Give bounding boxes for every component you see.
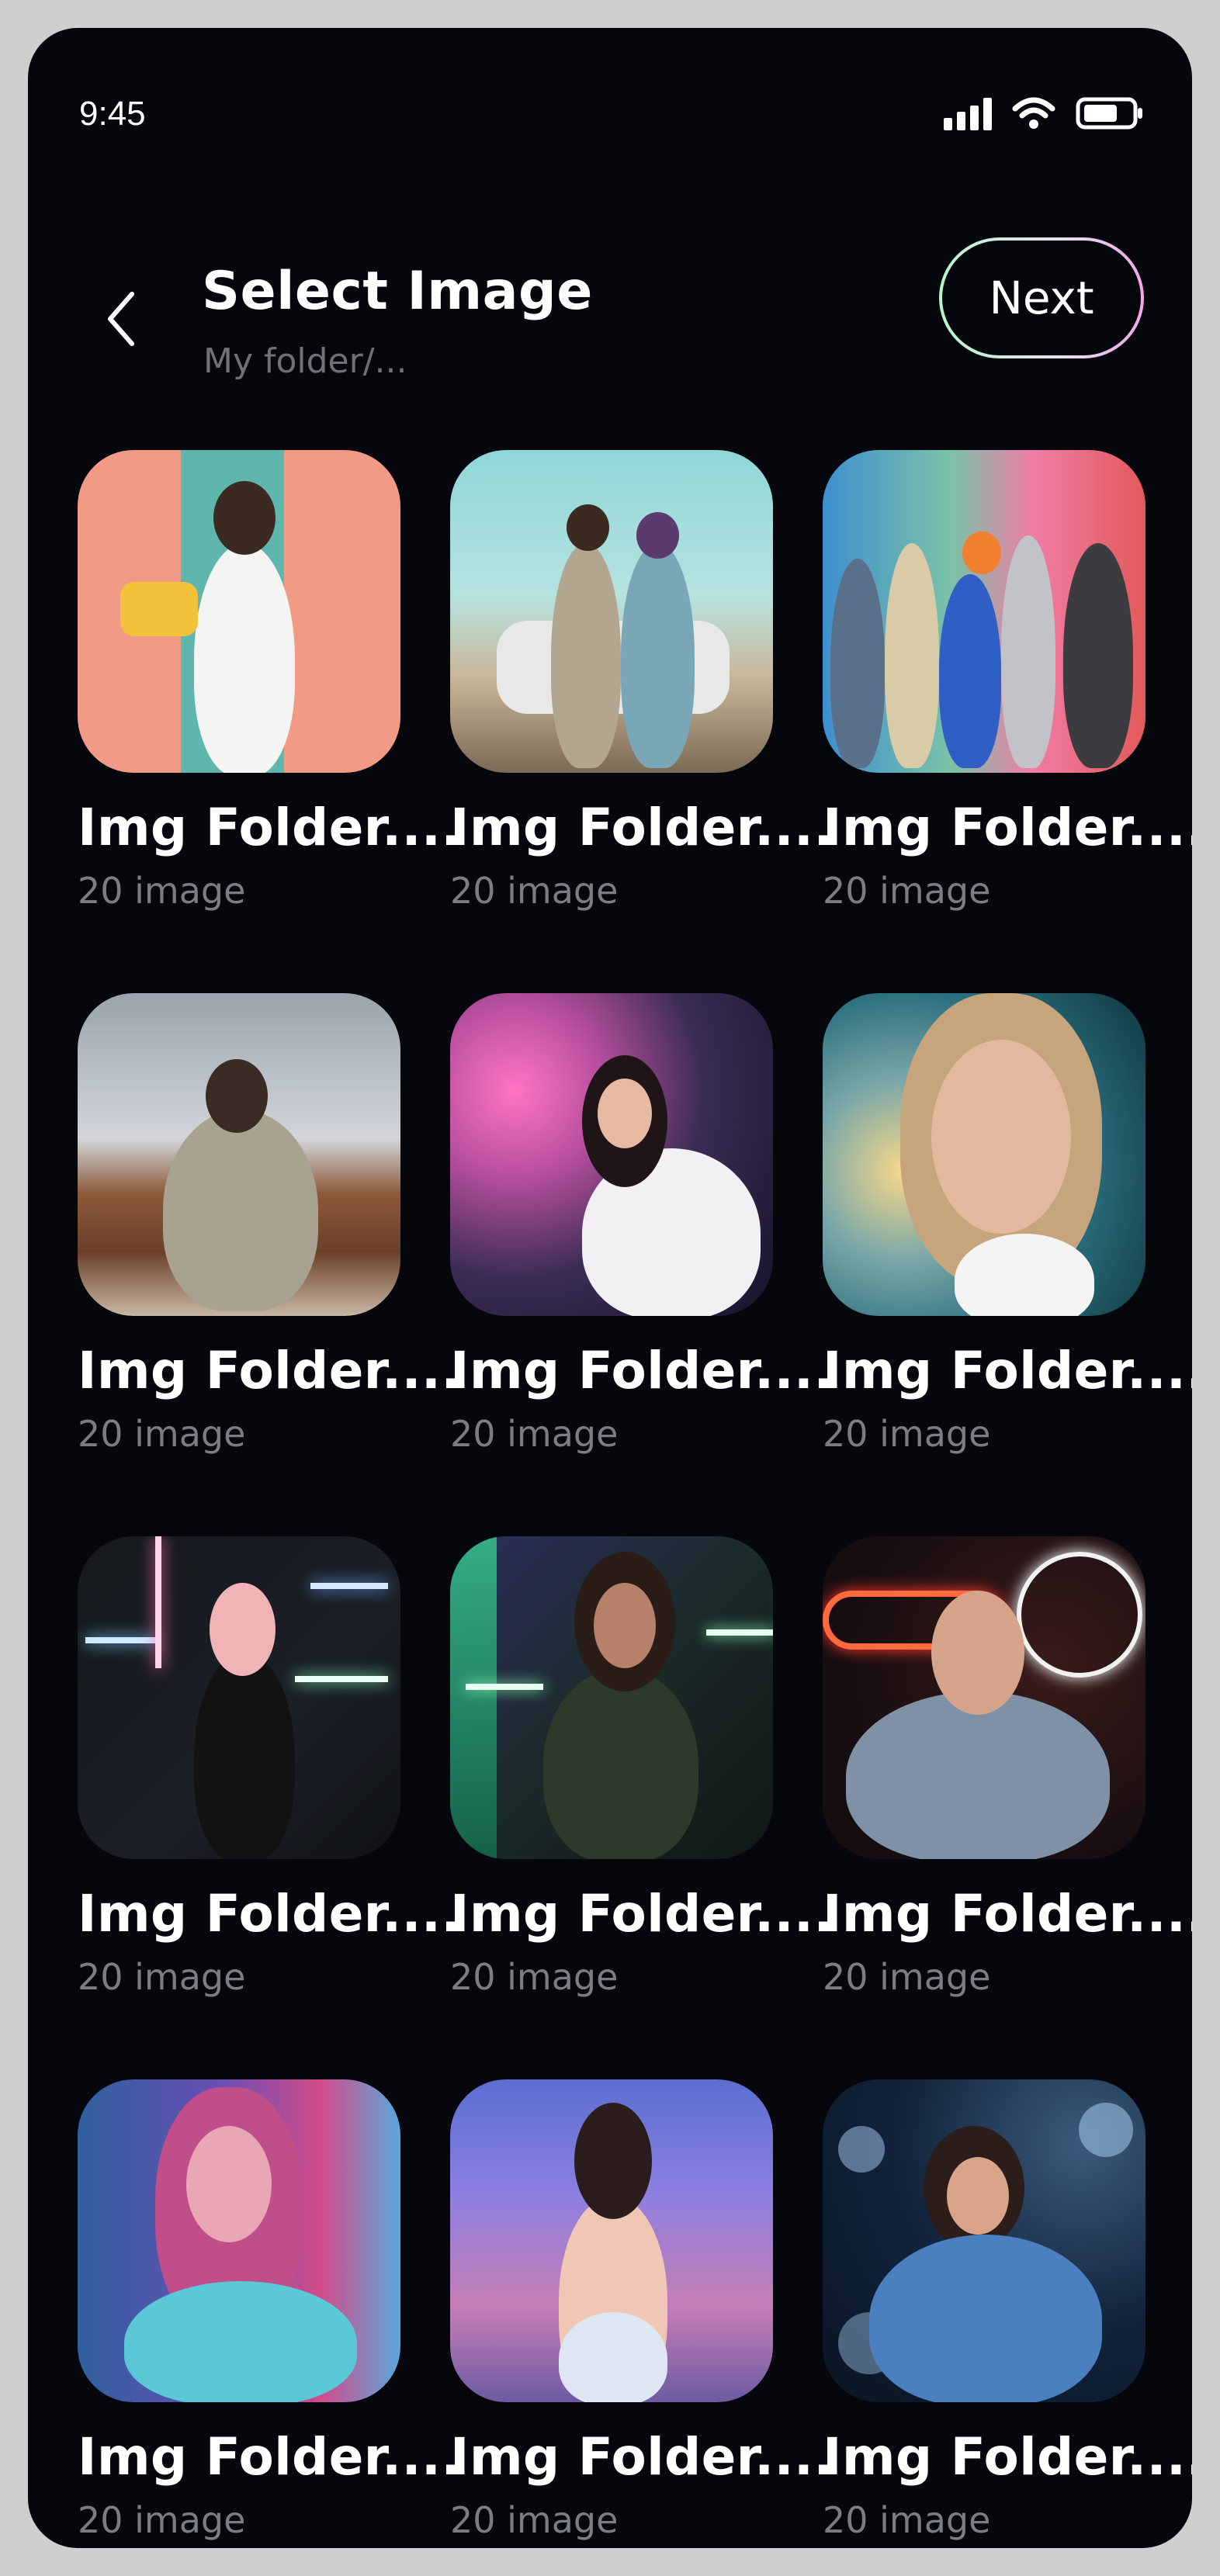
folder-item[interactable]: Img Folder.... 20 image (823, 993, 1192, 1536)
folder-name: Img Folder.... (78, 1341, 461, 1401)
folder-thumbnail (450, 2079, 773, 2402)
folder-count: 20 image (450, 1956, 619, 1998)
folder-name: Img Folder.... (823, 1341, 1192, 1401)
folder-item[interactable]: Img Folder.... 20 image (450, 2079, 834, 2548)
next-button[interactable]: Next (939, 237, 1144, 358)
folder-name: Img Folder.... (823, 2427, 1192, 2487)
folder-item[interactable]: Img Folder.... 20 image (78, 1536, 461, 2079)
folder-item[interactable]: Img Folder.... 20 image (823, 2079, 1192, 2548)
folder-name: Img Folder.... (450, 798, 834, 857)
folder-thumbnail (78, 2079, 400, 2402)
wifi-icon (1012, 96, 1055, 130)
folder-thumbnail (823, 2079, 1145, 2402)
folder-name: Img Folder.... (823, 1884, 1192, 1944)
folder-count: 20 image (78, 2499, 246, 2541)
folder-thumbnail (450, 1536, 773, 1859)
folder-name: Img Folder.... (78, 1884, 461, 1944)
breadcrumb: My folder/... (203, 341, 407, 381)
folder-count: 20 image (450, 870, 619, 912)
folder-count: 20 image (450, 2499, 619, 2541)
chevron-left-icon (108, 292, 134, 346)
folder-item[interactable]: Img Folder.... 20 image (78, 2079, 461, 2548)
battery-icon (1076, 96, 1144, 130)
status-time: 9:45 (79, 95, 146, 133)
folder-count: 20 image (450, 1413, 619, 1455)
folder-count: 20 image (78, 1956, 246, 1998)
folder-item[interactable]: Img Folder.... 20 image (78, 993, 461, 1536)
folder-count: 20 image (823, 870, 991, 912)
folder-count: 20 image (78, 1413, 246, 1455)
folder-thumbnail (78, 1536, 400, 1859)
folder-item[interactable]: Img Folder.... 20 image (450, 993, 834, 1536)
folder-grid: Img Folder.... 20 image Img Folder.... 2… (78, 450, 1192, 2548)
page-title: Select Image (202, 261, 593, 322)
folder-thumbnail (823, 993, 1145, 1316)
next-button-label: Next (942, 241, 1141, 355)
folder-thumbnail (450, 993, 773, 1316)
folder-name: Img Folder.... (450, 2427, 834, 2487)
folder-thumbnail (823, 1536, 1145, 1859)
signal-icon (944, 96, 992, 130)
folder-name: Img Folder.... (78, 2427, 461, 2487)
folder-name: Img Folder.... (823, 798, 1192, 857)
folder-count: 20 image (823, 2499, 991, 2541)
folder-thumbnail (450, 450, 773, 773)
folder-thumbnail (823, 450, 1145, 773)
folder-name: Img Folder.... (450, 1884, 834, 1944)
folder-item[interactable]: Img Folder.... 20 image (823, 1536, 1192, 2079)
folder-name: Img Folder.... (450, 1341, 834, 1401)
folder-thumbnail (78, 993, 400, 1316)
folder-count: 20 image (78, 870, 246, 912)
folder-thumbnail (78, 450, 400, 773)
back-button[interactable] (90, 276, 152, 362)
status-icons (944, 96, 1144, 130)
folder-count: 20 image (823, 1956, 991, 1998)
folder-item[interactable]: Img Folder.... 20 image (450, 1536, 834, 2079)
folder-item[interactable]: Img Folder.... 20 image (823, 450, 1192, 993)
folder-item[interactable]: Img Folder.... 20 image (78, 450, 461, 993)
folder-count: 20 image (823, 1413, 991, 1455)
phone-screen: 9:45 Select Image My folder/... Next Img… (28, 28, 1192, 2548)
folder-item[interactable]: Img Folder.... 20 image (450, 450, 834, 993)
folder-name: Img Folder.... (78, 798, 461, 857)
